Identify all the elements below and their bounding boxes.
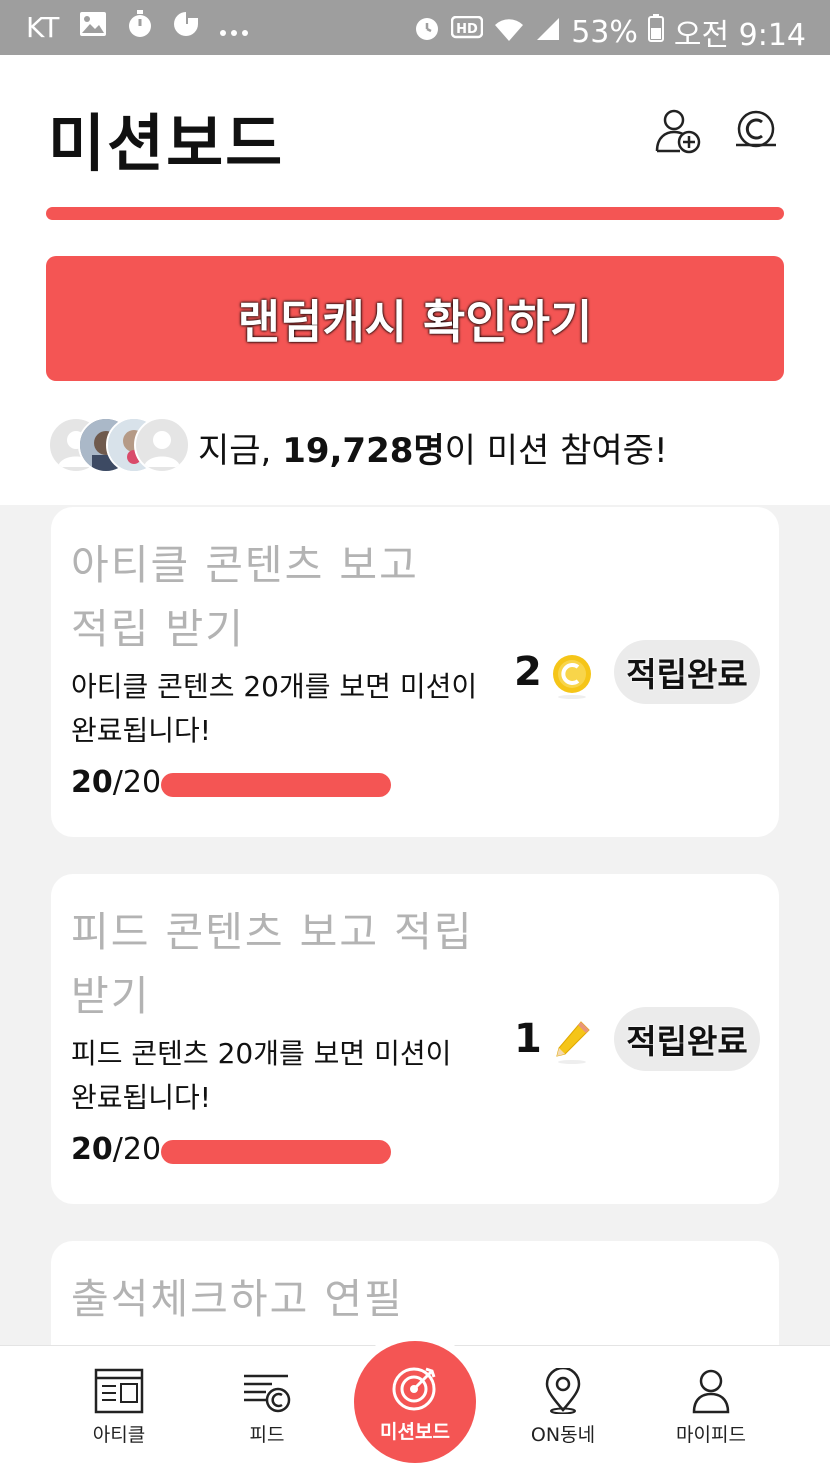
participants-prefix: 지금, [198, 431, 283, 471]
wifi-icon [493, 15, 525, 50]
reward-amount: 2 [514, 649, 542, 695]
progress-total: /20 [112, 1132, 162, 1167]
signal-icon [535, 15, 561, 50]
nav-label: 아티클 [92, 1424, 146, 1446]
article-icon [94, 1368, 144, 1414]
nav-item-mission-board[interactable]: 미션보드 [354, 1341, 476, 1463]
mission-description: 아티클 콘텐츠 20개를 보면 미션이 [71, 670, 478, 703]
nav-label: 피드 [249, 1424, 285, 1446]
cash-button[interactable] [732, 107, 784, 159]
mission-card-feed[interactable]: 피드 콘텐츠 보고 적립 받기 피드 콘텐츠 20개를 보면 미션이 완료됩니다… [51, 874, 779, 1204]
participant-avatars [48, 417, 190, 473]
status-badge: 적립완료 [614, 640, 760, 704]
battery-percent: 53% [571, 14, 638, 50]
mission-board-page: 미션보드 랜덤캐시 확인하기 지금, 19,728명이 미션 참여중! 아티클 … [0, 55, 830, 1477]
target-icon [392, 1367, 436, 1411]
mission-description: 완료됩니다! [71, 1081, 212, 1114]
add-friend-icon [655, 109, 701, 154]
participants-text: 지금, 19,728명이 미션 참여중! [198, 423, 668, 472]
coin-icon [551, 653, 593, 699]
nav-item-neighborhood[interactable]: ON동네 [508, 1368, 618, 1447]
page-title: 미션보드 [48, 107, 285, 180]
stopwatch-icon [127, 10, 153, 45]
status-badge: 적립완료 [614, 1007, 760, 1071]
pencil-icon [551, 1018, 593, 1064]
add-friend-button[interactable] [654, 107, 706, 159]
random-cash-button[interactable]: 랜덤캐시 확인하기 [46, 256, 784, 381]
header-area: 미션보드 랜덤캐시 확인하기 지금, 19,728명이 미션 참여중! [0, 55, 830, 505]
image-icon [79, 11, 107, 44]
avatar [134, 417, 190, 473]
participants-count: 19,728명 [282, 431, 445, 471]
status-bar: KT HD 53% 오전 9:14 [0, 0, 830, 55]
nav-item-article[interactable]: 아티클 [64, 1368, 174, 1447]
location-pin-icon [545, 1368, 581, 1414]
nav-label: ON동네 [530, 1424, 596, 1446]
hd-icon: HD [450, 15, 484, 50]
feed-icon [244, 1374, 291, 1413]
mission-description: 피드 콘텐츠 20개를 보면 미션이 [71, 1037, 452, 1070]
more-dots-icon [219, 11, 249, 44]
person-icon [692, 1369, 730, 1414]
mission-title: 받기 [71, 972, 151, 1020]
mission-title: 아티클 콘텐츠 보고 [71, 541, 419, 589]
carrier-label: KT [26, 11, 60, 44]
mission-title: 출석체크하고 연필 [71, 1275, 404, 1323]
nav-item-feed[interactable]: 피드 [212, 1368, 322, 1447]
progress-current: 20 [71, 1132, 113, 1167]
header-divider [46, 207, 784, 220]
bottom-nav: 아티클 피드 미션보드 ON동네 마이피드 [0, 1341, 830, 1477]
progress-total: /20 [112, 765, 162, 800]
participants-suffix: 이 미션 참여중! [444, 431, 668, 471]
progress-count: 20/20 [71, 1132, 161, 1167]
progress-bar [161, 773, 391, 797]
alarm-icon [413, 14, 441, 50]
svg-text:HD: HD [456, 22, 478, 37]
battery-icon [647, 14, 664, 50]
mission-title: 적립 받기 [71, 605, 245, 653]
game-icon [173, 11, 199, 44]
nav-label: 미션보드 [380, 1421, 450, 1443]
clock: 오전 9:14 [673, 18, 806, 53]
mission-title: 피드 콘텐츠 보고 적립 [71, 908, 474, 956]
nav-label: 마이피드 [676, 1424, 746, 1446]
cash-icon [736, 110, 776, 148]
mission-description: 완료됩니다! [71, 714, 212, 747]
progress-count: 20/20 [71, 765, 161, 800]
reward-amount: 1 [514, 1016, 542, 1062]
progress-current: 20 [71, 765, 113, 800]
nav-item-my-feed[interactable]: 마이피드 [656, 1368, 766, 1447]
progress-bar [161, 1140, 391, 1164]
mission-card-article[interactable]: 아티클 콘텐츠 보고 적립 받기 아티클 콘텐츠 20개를 보면 미션이 완료됩… [51, 507, 779, 837]
